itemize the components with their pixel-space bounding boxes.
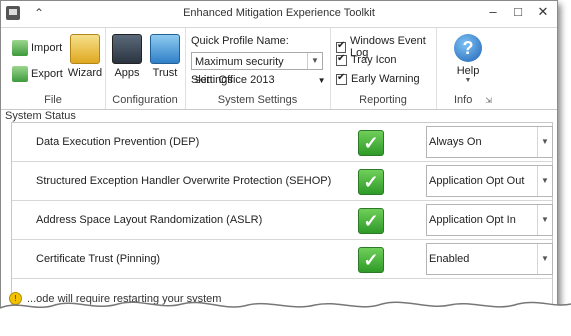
skin-dropdown-icon: ▼ [317, 76, 326, 85]
green-check-icon: ✓ [358, 247, 384, 273]
status-row-label: Data Execution Prevention (DEP) [36, 136, 200, 148]
status-dropdown[interactable]: Application Opt In ▼ [426, 204, 553, 236]
trust-label: Trust [152, 67, 178, 79]
status-row-label: Structured Exception Handler Overwrite P… [36, 175, 332, 187]
help-button[interactable]: ? Help ▼ [450, 34, 486, 84]
apps-button[interactable]: Apps [109, 34, 145, 79]
early-warning-label: Early Warning [351, 73, 420, 85]
green-check-icon: ✓ [358, 169, 384, 195]
chevron-down-icon: ▼ [537, 205, 552, 235]
chevron-down-icon: ▼ [537, 127, 552, 157]
help-icon: ? [454, 34, 482, 62]
status-row: Data Execution Prevention (DEP) ✓ Always… [12, 123, 553, 162]
chevron-down-icon: ▼ [537, 244, 552, 274]
configuration-group-label: Configuration [112, 94, 178, 106]
status-dropdown-value: Application Opt In [429, 214, 516, 226]
ribbon-group-reporting: Windows Event Log Tray Icon Early Warnin… [330, 28, 437, 109]
system-settings-group-label: System Settings [217, 94, 298, 106]
ribbon-group-configuration: Apps Trust Configuration [105, 28, 186, 109]
skin-select[interactable]: Skin: Office 2013 ▼ [191, 74, 326, 86]
dialog-launcher-icon[interactable]: ⇲ [485, 96, 492, 105]
ribbon-group-info: ? Help ▼ Info ⇲ [436, 28, 496, 109]
early-warning-checkbox[interactable]: Early Warning [336, 72, 420, 85]
status-dropdown[interactable]: Always On ▼ [426, 126, 553, 158]
torn-edge [0, 301, 571, 336]
skin-label: Skin: Office 2013 [191, 74, 275, 86]
checkbox-checked-icon [336, 40, 346, 53]
status-dropdown[interactable]: Enabled ▼ [426, 243, 553, 275]
tray-icon-label: Tray Icon [351, 54, 397, 66]
wizard-label: Wizard [67, 67, 103, 79]
status-row: Structured Exception Handler Overwrite P… [12, 162, 553, 201]
reporting-group-label: Reporting [359, 94, 407, 106]
import-label: Import [31, 42, 63, 54]
quick-profile-select[interactable]: Maximum security settings ▼ [191, 52, 323, 86]
info-group-label: Info [454, 94, 473, 106]
system-status-title: System Status [5, 110, 76, 122]
window-title: Enhanced Mitigation Experience Toolkit [183, 7, 375, 19]
apps-label: Apps [114, 67, 140, 79]
status-row-label: Certificate Trust (Pinning) [36, 253, 161, 265]
apps-icon [112, 34, 142, 64]
status-row-label: Address Space Layout Randomization (ASLR… [36, 214, 263, 226]
export-label: Export [31, 68, 63, 80]
minimize-button[interactable]: – [481, 3, 505, 21]
import-button[interactable]: Import [12, 40, 62, 56]
checkbox-checked-icon [336, 53, 347, 66]
status-dropdown-value: Application Opt Out [429, 175, 525, 187]
system-status-panel: Data Execution Prevention (DEP) ✓ Always… [11, 122, 553, 319]
status-dropdown-value: Enabled [429, 253, 470, 265]
ribbon-group-system-settings: Quick Profile Name: Maximum security set… [185, 28, 331, 109]
status-dropdown-value: Always On [429, 136, 482, 148]
close-button[interactable]: ✕ [531, 3, 555, 21]
status-row: Certificate Trust (Pinning) ✓ Enabled ▼ [12, 240, 553, 279]
green-check-icon: ✓ [358, 130, 384, 156]
ribbon-group-file: Import Export Wizard File [1, 28, 106, 109]
green-check-icon: ✓ [358, 208, 384, 234]
emet-window: ⌃ Enhanced Mitigation Experience Toolkit… [0, 0, 558, 320]
maximize-button[interactable]: □ [506, 3, 530, 21]
help-dropdown-icon: ▼ [464, 77, 472, 84]
quick-profile-label: Quick Profile Name: [191, 35, 289, 47]
status-row: Address Space Layout Randomization (ASLR… [12, 201, 553, 240]
help-label: Help [456, 65, 480, 77]
file-group-label: File [44, 94, 62, 106]
chevron-down-icon: ▼ [537, 166, 552, 196]
trust-icon [150, 34, 180, 64]
ribbon: Import Export Wizard File Apps Trust Con… [1, 27, 557, 110]
title-bar: ⌃ Enhanced Mitigation Experience Toolkit… [1, 1, 557, 27]
wizard-button[interactable]: Wizard [67, 34, 103, 79]
chevron-down-icon: ▼ [307, 53, 322, 69]
tray-icon-checkbox[interactable]: Tray Icon [336, 53, 397, 66]
export-icon [12, 66, 28, 82]
import-icon [12, 40, 28, 56]
export-button[interactable]: Export [12, 66, 63, 82]
status-dropdown[interactable]: Application Opt Out ▼ [426, 165, 553, 197]
trust-button[interactable]: Trust [147, 34, 183, 79]
wizard-icon [70, 34, 100, 64]
checkbox-checked-icon [336, 72, 347, 85]
